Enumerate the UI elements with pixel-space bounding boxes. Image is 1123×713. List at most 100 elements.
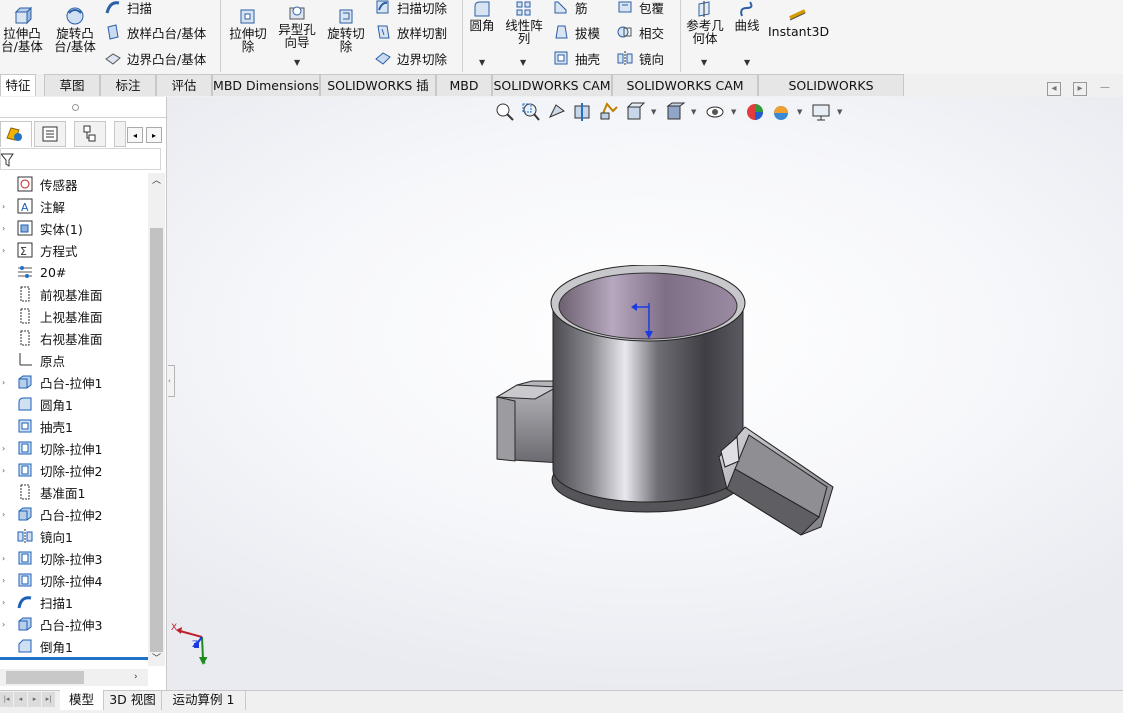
- tree-item[interactable]: › 切除-拉伸2: [0, 459, 148, 481]
- tree-item[interactable]: › 切除-拉伸3: [0, 547, 148, 569]
- tree-horizontal-scrollbar[interactable]: ›: [0, 669, 148, 686]
- expand-arrow-icon[interactable]: ›: [0, 554, 16, 563]
- tab-solidworks-cam[interactable]: SOLIDWORKS CAM: [492, 74, 612, 96]
- tab-property-manager[interactable]: [34, 121, 66, 147]
- tree-item[interactable]: › 切除-拉伸4: [0, 569, 148, 591]
- tree-vertical-scrollbar[interactable]: ︿ ﹀: [148, 173, 165, 666]
- rib-button[interactable]: 筋: [552, 0, 588, 17]
- tab-mbd[interactable]: MBD: [436, 74, 492, 96]
- linear-pattern-button[interactable]: 线性阵 列: [502, 0, 546, 45]
- expand-arrow-icon[interactable]: ›: [0, 576, 16, 585]
- linear-pattern-dropdown-icon[interactable]: ▼: [520, 58, 526, 67]
- tab-evaluate[interactable]: 评估: [156, 74, 212, 96]
- tab-markup[interactable]: 标注: [100, 74, 156, 96]
- scroll-right-icon[interactable]: ›: [134, 669, 148, 686]
- fillet-button[interactable]: 圆角: [466, 0, 498, 32]
- tree-item[interactable]: 基准面1: [0, 481, 148, 503]
- tree-item[interactable]: 上视基准面: [0, 305, 148, 327]
- part-model[interactable]: [487, 265, 847, 545]
- rollback-bar[interactable]: [0, 657, 148, 660]
- extrude-boss-button[interactable]: 拉伸凸 台/基体: [0, 4, 44, 53]
- tree-item[interactable]: 20#: [0, 261, 148, 283]
- tab-solidworks-addins[interactable]: SOLIDWORKS 插件: [320, 74, 436, 115]
- tab-solidworks-inspection[interactable]: SOLIDWORKS Inspection: [758, 74, 904, 115]
- tree-filter-field[interactable]: [0, 148, 161, 170]
- tile-left-icon[interactable]: ◂: [1047, 82, 1061, 96]
- revolve-cut-button[interactable]: 旋转切 除: [324, 6, 368, 53]
- boundary-boss-button[interactable]: 边界凸台/基体: [104, 48, 206, 68]
- apply-scene-dropdown-icon[interactable]: ▼: [797, 108, 802, 116]
- tab-3d-views[interactable]: 3D 视图: [104, 690, 162, 710]
- expand-arrow-icon[interactable]: ›: [0, 466, 16, 475]
- section-view-icon[interactable]: [572, 101, 594, 123]
- reference-geometry-dropdown-icon[interactable]: ▼: [701, 58, 707, 67]
- scroll-down-icon[interactable]: ﹀: [148, 652, 165, 666]
- expand-arrow-icon[interactable]: ›: [0, 620, 16, 629]
- extrude-cut-button[interactable]: 拉伸切 除: [226, 6, 270, 53]
- draft-button[interactable]: 拔模: [552, 22, 600, 42]
- tree-item[interactable]: 圆角1: [0, 393, 148, 415]
- previous-view-icon[interactable]: [546, 101, 568, 123]
- lofted-cut-button[interactable]: 放样切割: [374, 22, 447, 42]
- tree-item[interactable]: › 扫描1: [0, 591, 148, 613]
- intersect-button[interactable]: 相交: [616, 22, 664, 42]
- tab-dim-xpert[interactable]: [114, 121, 126, 147]
- tabs-scroll-left-icon[interactable]: ◂: [127, 127, 143, 143]
- expand-arrow-icon[interactable]: ›: [0, 378, 16, 387]
- view-settings-dropdown-icon[interactable]: ▼: [837, 108, 842, 116]
- view-orientation-dropdown-icon[interactable]: ▼: [651, 108, 656, 116]
- display-style-icon[interactable]: [664, 101, 686, 123]
- instant3d-button[interactable]: Instant3D: [768, 6, 829, 38]
- loft-boss-button[interactable]: 放样凸台/基体: [104, 22, 206, 42]
- shell-button[interactable]: 抽壳: [552, 48, 600, 68]
- reference-geometry-button[interactable]: 参考几 何体: [682, 0, 728, 45]
- tree-item[interactable]: › Σ 方程式: [0, 239, 148, 261]
- swept-cut-button[interactable]: 扫描切除: [374, 0, 447, 17]
- zoom-to-fit-icon[interactable]: [494, 101, 516, 123]
- tab-solidworks-cam-tbm[interactable]: SOLIDWORKS CAM TBM: [612, 74, 758, 115]
- tree-item[interactable]: 传感器: [0, 173, 148, 195]
- next-tab-icon[interactable]: ▸: [28, 692, 41, 707]
- display-style-dropdown-icon[interactable]: ▼: [691, 108, 696, 116]
- view-orientation-icon[interactable]: [624, 101, 646, 123]
- hole-wizard-dropdown-icon[interactable]: ▼: [294, 58, 300, 67]
- hide-show-dropdown-icon[interactable]: ▼: [731, 108, 736, 116]
- tab-model[interactable]: 模型: [60, 690, 104, 710]
- curves-dropdown-icon[interactable]: ▼: [744, 58, 750, 67]
- last-tab-icon[interactable]: ▸|: [42, 692, 55, 707]
- tree-item[interactable]: › 切除-拉伸1: [0, 437, 148, 459]
- boundary-cut-button[interactable]: 边界切除: [374, 48, 447, 68]
- minimize-icon[interactable]: —: [1099, 82, 1111, 94]
- tile-right-icon[interactable]: ▸: [1073, 82, 1087, 96]
- scroll-thumb[interactable]: [150, 228, 163, 652]
- expand-arrow-icon[interactable]: ›: [0, 246, 16, 255]
- expand-arrow-icon[interactable]: ›: [0, 224, 16, 233]
- hide-show-items-icon[interactable]: [704, 101, 726, 123]
- tree-item[interactable]: › 实体(1): [0, 217, 148, 239]
- zoom-to-area-icon[interactable]: [520, 101, 542, 123]
- tree-item[interactable]: › 凸台-拉伸3: [0, 613, 148, 635]
- tab-motion-study[interactable]: 运动算例 1: [162, 690, 246, 710]
- revolve-boss-button[interactable]: 旋转凸 台/基体: [52, 4, 98, 53]
- curves-button[interactable]: 曲线: [730, 0, 764, 32]
- tree-item[interactable]: 抽壳1: [0, 415, 148, 437]
- fillet-dropdown-icon[interactable]: ▼: [479, 58, 485, 67]
- graphics-area[interactable]: ‹ X Z Y: [167, 97, 1123, 690]
- panel-collapse-handle-icon[interactable]: [72, 104, 79, 111]
- tab-sketch[interactable]: 草图: [44, 74, 100, 96]
- tree-item[interactable]: 右视基准面: [0, 327, 148, 349]
- tab-feature-manager[interactable]: [0, 121, 32, 147]
- mirror-button[interactable]: 镜向: [616, 48, 664, 68]
- hole-wizard-button[interactable]: 异型孔 向导: [274, 2, 320, 49]
- tree-item[interactable]: › A 注解: [0, 195, 148, 217]
- tree-item[interactable]: › 凸台-拉伸2: [0, 503, 148, 525]
- prev-tab-icon[interactable]: ◂: [14, 692, 27, 707]
- expand-arrow-icon[interactable]: ›: [0, 444, 16, 453]
- hscroll-thumb[interactable]: [6, 671, 84, 684]
- expand-arrow-icon[interactable]: ›: [0, 202, 16, 211]
- wrap-button[interactable]: 包覆: [616, 0, 664, 17]
- dynamic-annotation-view-icon[interactable]: [598, 101, 620, 123]
- view-settings-icon[interactable]: [810, 101, 832, 123]
- tabs-scroll-right-icon[interactable]: ▸: [146, 127, 162, 143]
- panel-splitter-handle-icon[interactable]: ‹: [168, 365, 175, 397]
